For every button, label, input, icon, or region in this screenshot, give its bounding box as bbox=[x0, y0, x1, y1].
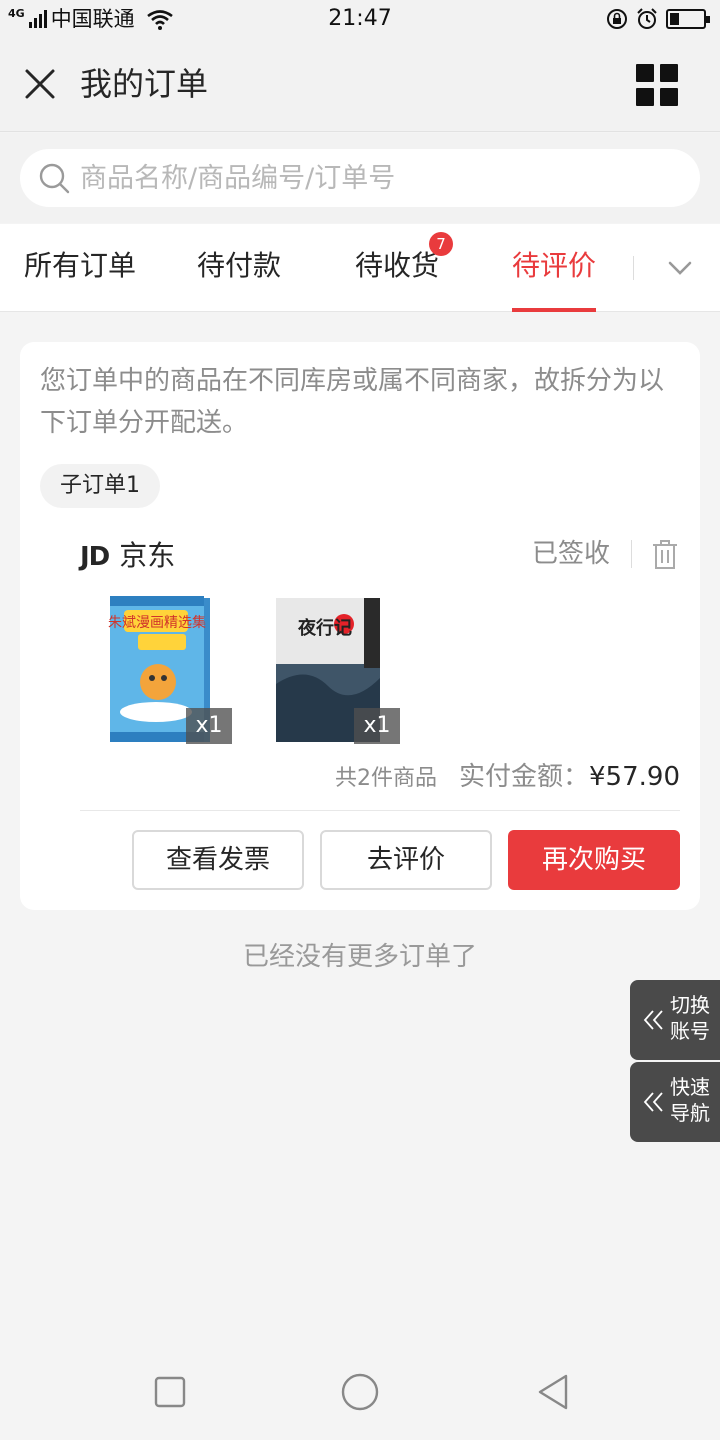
page-title: 我的订单 bbox=[80, 65, 209, 103]
product-thumbnail[interactable]: 夜行记 x1 bbox=[276, 594, 400, 744]
grid-menu-icon[interactable] bbox=[636, 64, 680, 108]
tab-label: 待付款 bbox=[197, 249, 282, 282]
tab-label: 待评价 bbox=[512, 249, 597, 282]
order-card[interactable]: 您订单中的商品在不同库房或属不同商家，故拆分为以下订单分开配送。 子订单1 JD… bbox=[20, 342, 700, 910]
no-more-orders-text: 已经没有更多订单了 bbox=[242, 942, 477, 972]
quick-nav-label: 快速导航 bbox=[670, 1075, 710, 1125]
cover-title: 朱斌漫画精选集 bbox=[108, 614, 206, 631]
order-summary: 共2件商品 实付金额： ¥57.90 bbox=[335, 756, 680, 793]
home-icon[interactable] bbox=[340, 1372, 380, 1412]
battery-icon bbox=[666, 9, 710, 29]
tab-label: 待收货 bbox=[355, 249, 440, 282]
trash-icon[interactable] bbox=[650, 538, 680, 570]
sub-order-tag: 子订单1 bbox=[40, 464, 160, 508]
card-divider bbox=[80, 810, 680, 811]
chevron-down-icon[interactable] bbox=[660, 248, 700, 288]
shop-name-link[interactable]: JD 京东 bbox=[80, 534, 175, 574]
system-nav-bar bbox=[0, 1344, 720, 1440]
status-right bbox=[606, 6, 710, 32]
paid-amount: ¥57.90 bbox=[589, 762, 680, 792]
tab-label: 所有订单 bbox=[24, 249, 137, 282]
order-tabs: 所有订单 待付款 待收货 7 待评价 bbox=[0, 224, 720, 312]
tab-badge: 7 bbox=[429, 232, 454, 256]
order-status: 已签收 bbox=[531, 539, 610, 569]
double-chevron-left-icon bbox=[643, 1010, 663, 1030]
product-quantity: x1 bbox=[186, 708, 232, 744]
view-invoice-button[interactable]: 查看发票 bbox=[132, 830, 304, 890]
search-input[interactable] bbox=[80, 162, 660, 194]
close-icon[interactable] bbox=[22, 66, 58, 102]
cover-title: 夜行记 bbox=[297, 617, 352, 639]
search-box[interactable] bbox=[20, 149, 700, 207]
tab-all-orders[interactable]: 所有订单 bbox=[24, 224, 136, 312]
tab-divider bbox=[633, 256, 634, 280]
search-icon bbox=[39, 163, 70, 194]
header: 我的订单 bbox=[0, 40, 720, 132]
review-button[interactable]: 去评价 bbox=[320, 830, 492, 890]
item-count: 共2件商品 bbox=[335, 766, 437, 791]
tab-pending-receipt[interactable]: 待收货 7 bbox=[355, 224, 454, 312]
product-thumbnail[interactable]: 朱斌漫画精选集 x1 bbox=[108, 594, 232, 744]
recents-icon[interactable] bbox=[150, 1372, 190, 1412]
product-quantity: x1 bbox=[354, 708, 400, 744]
quick-nav-button[interactable]: 快速导航 bbox=[630, 1062, 720, 1142]
shop-logo: JD bbox=[80, 542, 110, 572]
double-chevron-left-icon bbox=[643, 1092, 663, 1112]
tab-pending-review[interactable]: 待评价 bbox=[512, 224, 597, 312]
rotation-lock-icon bbox=[607, 9, 627, 29]
alarm-icon bbox=[637, 8, 657, 29]
shop-name: 京东 bbox=[119, 539, 176, 572]
switch-account-button[interactable]: 切换账号 bbox=[630, 980, 720, 1060]
switch-account-label: 切换账号 bbox=[670, 993, 710, 1043]
search-bar bbox=[0, 133, 720, 223]
back-icon[interactable] bbox=[534, 1372, 574, 1412]
split-order-notice: 您订单中的商品在不同库房或属不同商家，故拆分为以下订单分开配送。 bbox=[40, 366, 665, 438]
buy-again-button[interactable]: 再次购买 bbox=[508, 830, 680, 890]
tab-pending-payment[interactable]: 待付款 bbox=[197, 224, 281, 312]
paid-amount-label: 实付金额： bbox=[459, 762, 590, 792]
status-divider bbox=[631, 540, 632, 568]
status-bar: 4G 中国联通 21:47 bbox=[0, 0, 720, 40]
